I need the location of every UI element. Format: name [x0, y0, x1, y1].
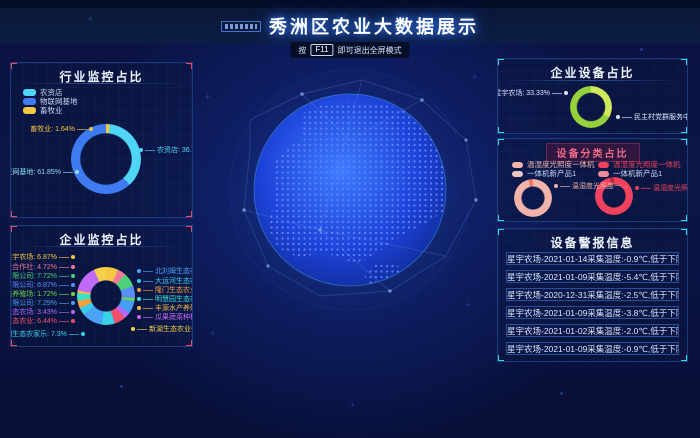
legend-swatch-icon: [23, 98, 36, 105]
panel-title: 设备警报信息: [498, 234, 687, 251]
chart-label: 北刘姆生态农场: 11.56%: [137, 266, 193, 276]
legend-item[interactable]: 畜牧业: [23, 105, 63, 116]
alarm-row: 星宇农场-2021-01-02采集温度:-2.0℃,低于下限:0℃: [506, 324, 679, 337]
chart-label: 红南园生态农家乐: 7.3%: [13, 329, 85, 339]
device-donut-chart[interactable]: [570, 86, 612, 128]
classification-left-donut-chart[interactable]: [514, 179, 552, 217]
chart-label: 星宇农场: 33.33%: [500, 88, 568, 98]
panel-enterprise-ratio: 企业监控占比 星宇农场: 6.87% 秀洲粮油专业合作社: 4.72% 家庭农场…: [10, 225, 193, 347]
decor-plus: +: [350, 400, 355, 410]
chart-label: 瓜果蔬菜种植基地: 15.02%: [137, 312, 193, 322]
decor-plus: +: [210, 328, 215, 338]
panel-title: 企业设备占比: [498, 64, 687, 81]
decor-dot: [120, 385, 123, 388]
decor-plus: +: [205, 92, 210, 102]
chart-label: 新湖生态农业有限公司: 6.87%: [131, 324, 193, 334]
panel-industry-ratio: 行业监控占比 农资店 物联网基地 畜牧业 畜牧业: 1.64% 农资店: 36.…: [10, 62, 193, 218]
chart-label: 民主村党群服务中心:: [616, 112, 688, 122]
decor-dot: [640, 48, 643, 51]
legend-swatch-icon: [598, 171, 609, 177]
decor-plus: +: [88, 14, 93, 24]
legend-label: 一体机新产品1: [527, 168, 576, 179]
legend-swatch-icon: [512, 171, 523, 177]
alarm-list: 星宇农场-2021-01-14采集温度:-0.9℃,低于下限:0℃ 星宇农场-2…: [506, 252, 679, 360]
panel-device-ratio: 企业设备占比 星宇农场: 33.33% 民主村党群服务中心:: [497, 58, 688, 134]
decor-plus: +: [472, 72, 477, 82]
legend-label: 畜牧业: [40, 105, 63, 116]
legend-item[interactable]: 一体机新产品1: [512, 168, 576, 179]
legend-swatch-icon: [512, 162, 523, 168]
chart-label: 星宇农场: 6.87%: [13, 252, 75, 262]
enterprise-donut-chart[interactable]: [77, 267, 135, 325]
chart-label: 仁丰生态农业: 6.44%: [13, 316, 75, 326]
industry-donut-chart[interactable]: [71, 124, 141, 194]
decor-dot: [560, 392, 563, 395]
legend-swatch-icon: [23, 107, 36, 114]
chart-label: 农资店: 36.57%: [139, 145, 193, 155]
alarm-row: 星宇农场-2020-12-31采集温度:-2.5℃,低于下限:0℃: [506, 288, 679, 301]
decor-plus: +: [466, 300, 471, 310]
dashboard: + + + + + + 秀洲区农业大数据展示 按 F11 即可退出全屏模式 行业…: [0, 0, 700, 438]
alarm-row: 星宇农场-2021-01-09采集温度:-5.4℃,低于下限:0℃: [506, 270, 679, 283]
chart-label: 温湿度光照度一…: [554, 181, 628, 191]
alarm-row: 星宇农场-2021-01-09采集温度:-3.8℃,低于下限:0℃: [506, 306, 679, 319]
panel-device-classification: 设备分类占比 温湿度光照度一体机 一体机新产品1 温湿度光照度一体机 一体机新产…: [497, 138, 688, 222]
chart-label: 物联网基地: 61.85%: [13, 167, 79, 177]
panel-device-alarms: 设备警报信息 星宇农场-2021-01-14采集温度:-0.9℃,低于下限:0℃…: [497, 228, 688, 362]
legend-swatch-icon: [598, 162, 609, 168]
alarm-row: 星宇农场-2021-01-09采集温度:-0.9℃,低于下限:0℃: [506, 342, 679, 355]
alarm-row: 星宇农场-2021-01-14采集温度:-0.9℃,低于下限:0℃: [506, 252, 679, 265]
chart-label: 温湿度光照度一…: [635, 183, 688, 193]
chart-label: 畜牧业: 1.64%: [21, 124, 93, 134]
legend-swatch-icon: [23, 89, 36, 96]
